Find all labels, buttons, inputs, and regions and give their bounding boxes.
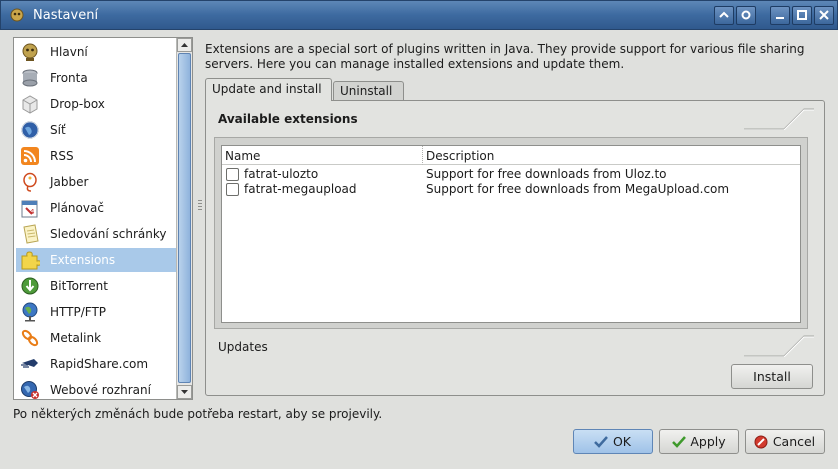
sidebar-item-drop-box[interactable]: Drop-box	[16, 92, 176, 116]
tab-uninstall[interactable]: Uninstall	[333, 81, 404, 100]
ok-button[interactable]: OK	[573, 429, 653, 454]
tab-update-and-install[interactable]: Update and install	[205, 78, 332, 101]
sidebar-item-webove-rozhrani[interactable]: Webové rozhraní	[16, 378, 176, 402]
window-title: Nastavení	[33, 8, 99, 23]
sidebar-item-extensions[interactable]: Extensions	[16, 248, 176, 272]
svg-text:4: 4	[30, 208, 35, 216]
close-button[interactable]	[814, 6, 834, 25]
network-globe-icon	[21, 121, 39, 139]
tab-panel-update-and-install: Available extensions Name Description fa…	[205, 100, 825, 396]
maximize-button[interactable]	[792, 6, 812, 25]
apply-button[interactable]: Apply	[659, 429, 739, 454]
minimize-icon	[776, 17, 784, 19]
scroll-down-button[interactable]	[177, 385, 192, 399]
maximize-icon	[797, 10, 807, 20]
sidebar-item-planovac[interactable]: 4 Plánovač	[16, 196, 176, 220]
cancel-button[interactable]: Cancel	[745, 429, 825, 454]
sidebar-item-sledovani-schranky[interactable]: Sledování schránky	[16, 222, 176, 246]
install-button[interactable]: Install	[731, 364, 813, 389]
group-divider	[744, 108, 814, 130]
web-interface-icon	[21, 381, 39, 399]
cancel-label: Cancel	[772, 434, 816, 449]
bittorrent-icon	[21, 277, 39, 295]
minimize-button[interactable]	[770, 6, 790, 25]
hlavni-icon	[22, 43, 38, 61]
drop-box-icon	[22, 95, 38, 114]
column-header-name[interactable]: Name	[222, 146, 422, 165]
available-extensions-title: Available extensions	[218, 112, 358, 126]
cancel-icon	[754, 435, 768, 449]
sidebar-item-rapidshare[interactable]: RapidShare.com	[16, 352, 176, 376]
ok-label: OK	[612, 434, 632, 449]
sidebar-scrollbar[interactable]	[176, 38, 192, 399]
row-checkbox[interactable]	[226, 168, 239, 181]
sidebar-item-rss[interactable]: RSS	[16, 144, 176, 168]
metalink-icon	[21, 329, 39, 347]
chevron-down-icon	[181, 390, 188, 394]
rss-icon	[21, 147, 39, 165]
sidebar-item-metalink[interactable]: Metalink	[16, 326, 176, 350]
puzzle-icon	[21, 251, 40, 270]
jabber-icon	[23, 172, 37, 192]
checkmark-icon	[594, 436, 608, 448]
sidebar-item-sit[interactable]: Síť	[16, 118, 176, 142]
extensions-table[interactable]: Name Description fatrat-ulozto Support f…	[221, 145, 801, 323]
queue-icon	[22, 69, 38, 87]
sidebar-item-http-ftp[interactable]: HTTP/FTP	[16, 300, 176, 324]
scroll-thumb[interactable]	[178, 53, 191, 383]
table-row[interactable]: fatrat-ulozto Support for free downloads…	[222, 167, 800, 182]
shade-button[interactable]	[714, 6, 734, 25]
http-ftp-icon	[22, 302, 38, 322]
column-header-description[interactable]: Description	[422, 146, 800, 165]
table-row[interactable]: fatrat-megaupload Support for free downl…	[222, 182, 800, 197]
apply-label: Apply	[690, 434, 726, 449]
extension-description: Support for free downloads from MegaUplo…	[426, 182, 730, 196]
group-divider	[744, 335, 814, 357]
restart-note: Po některých změnách bude potřeba restar…	[13, 407, 383, 421]
updates-header	[216, 333, 814, 357]
extensions-description: Extensions are a special sort of plugins…	[205, 42, 805, 71]
rapidshare-icon	[21, 359, 38, 368]
grip-icon	[198, 200, 202, 210]
menu-button[interactable]	[736, 6, 756, 25]
gear-icon	[741, 10, 751, 20]
updates-title: Updates	[218, 340, 268, 354]
chevron-up-icon	[719, 11, 729, 18]
sidebar-item-hlavni[interactable]: Hlavní	[16, 40, 176, 64]
settings-category-list[interactable]: Hlavní Fronta Drop-box Síť RSS Jabber 4 …	[13, 37, 193, 400]
sidebar-item-bittorrent[interactable]: BitTorrent	[16, 274, 176, 298]
panel-splitter[interactable]	[197, 190, 203, 220]
extension-name: fatrat-ulozto	[244, 167, 319, 181]
extension-description: Support for free downloads from Uloz.to	[426, 167, 667, 181]
sidebar-item-fronta[interactable]: Fronta	[16, 66, 176, 90]
title-bar[interactable]: Nastavení	[0, 0, 838, 30]
close-icon	[819, 10, 829, 20]
clipboard-icon	[23, 224, 39, 244]
extension-name: fatrat-megaupload	[244, 182, 357, 196]
row-checkbox[interactable]	[226, 183, 239, 196]
scroll-up-button[interactable]	[177, 38, 192, 52]
calendar-icon: 4	[21, 200, 38, 218]
sidebar-item-jabber[interactable]: Jabber	[16, 170, 176, 194]
checkmark-icon	[672, 436, 686, 448]
available-extensions-frame: Name Description fatrat-ulozto Support f…	[214, 137, 808, 329]
chevron-up-icon	[181, 43, 188, 47]
app-icon	[10, 8, 24, 22]
